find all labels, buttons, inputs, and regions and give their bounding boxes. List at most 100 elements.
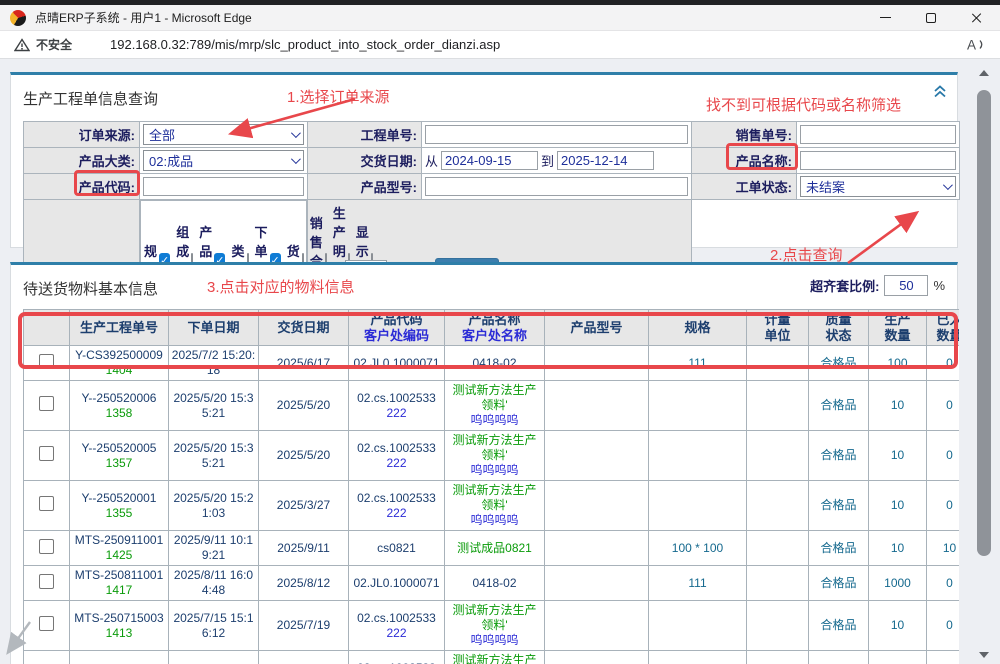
table-row[interactable]: Y--25052000513572025/5/20 15:35:212025/5… bbox=[24, 431, 960, 481]
cell-delivery-date: 2025/7/26 bbox=[259, 651, 349, 664]
ratio-input[interactable] bbox=[884, 275, 928, 296]
row-checkbox[interactable] bbox=[39, 539, 54, 554]
scroll-up-icon[interactable] bbox=[979, 70, 989, 76]
cell-order-date: 2025/7/15 15:16:12 bbox=[169, 601, 259, 651]
annotation-step3: 3.点击对应的物料信息 bbox=[207, 276, 355, 297]
table-row[interactable]: MTS-25091100114252025/9/11 10:19:212025/… bbox=[24, 531, 960, 566]
row-checkbox[interactable] bbox=[39, 446, 54, 461]
row-checkbox[interactable] bbox=[39, 616, 54, 631]
table-row[interactable]: MTS-25081100114172025/8/11 16:04:482025/… bbox=[24, 566, 960, 601]
scrollbar-thumb[interactable] bbox=[977, 90, 991, 556]
annotation-hint: 找不到可根据代码或名称筛选 bbox=[706, 94, 901, 115]
column-header: 计量单位 bbox=[747, 310, 809, 346]
table-row[interactable]: Y--25052000113552025/5/20 15:21:032025/3… bbox=[24, 481, 960, 531]
cell-order-no: Y--2505200011355 bbox=[70, 481, 169, 531]
cell-product-name: 0418-02 bbox=[445, 346, 545, 381]
column-header: 质量状态 bbox=[809, 310, 869, 346]
cell-product-model bbox=[545, 601, 649, 651]
cell-qty: 10 bbox=[869, 431, 927, 481]
table-row[interactable]: MTS-25071500314132025/7/15 15:16:122025/… bbox=[24, 601, 960, 651]
cell-quality: 合格品 bbox=[809, 651, 869, 664]
cell-received: 0 bbox=[927, 651, 960, 664]
checkbox-cell bbox=[24, 431, 70, 481]
security-label[interactable]: 不安全 bbox=[36, 36, 72, 53]
checkbox-cell bbox=[24, 566, 70, 601]
order-source-select[interactable]: 全部 bbox=[143, 124, 304, 145]
product-model-label: 产品型号: bbox=[308, 174, 422, 200]
order-status-select[interactable]: 未结案 bbox=[800, 176, 956, 197]
checkbox-cell bbox=[24, 346, 70, 381]
date-from-input[interactable] bbox=[441, 151, 538, 170]
table-row[interactable]: Y--25052000613582025/5/20 15:35:212025/5… bbox=[24, 381, 960, 431]
cell-delivery-date: 2025/7/19 bbox=[259, 601, 349, 651]
minimize-button[interactable] bbox=[862, 5, 908, 30]
cell-quality: 合格品 bbox=[809, 481, 869, 531]
row-checkbox[interactable] bbox=[39, 496, 54, 511]
cell-product-name: 测试新方法生产领料'呜呜呜呜 bbox=[445, 431, 545, 481]
cell-product-model bbox=[545, 566, 649, 601]
row-checkbox[interactable] bbox=[39, 574, 54, 589]
cell-product-model bbox=[545, 431, 649, 481]
table-row[interactable]: Y-CS39250000914042025/7/2 15:20:182025/6… bbox=[24, 346, 960, 381]
cell-product-name: 0418-02 bbox=[445, 566, 545, 601]
row-checkbox[interactable] bbox=[39, 396, 54, 411]
cell-spec: 111 bbox=[649, 346, 747, 381]
date-from-label: 从 bbox=[425, 151, 438, 170]
cell-spec bbox=[649, 651, 747, 664]
read-aloud-icon[interactable]: A bbox=[966, 37, 986, 52]
cell-delivery-date: 2025/9/11 bbox=[259, 531, 349, 566]
cell-product-name: 测试新方法生产领料'呜呜呜呜 bbox=[445, 481, 545, 531]
url-text[interactable]: 192.168.0.32:789/mis/mrp/slc_product_int… bbox=[110, 37, 500, 52]
cell-spec: 111 bbox=[649, 566, 747, 601]
scroll-down-icon[interactable] bbox=[979, 652, 989, 658]
sales-no-input[interactable] bbox=[800, 125, 956, 144]
close-button[interactable] bbox=[954, 5, 1000, 30]
app-favicon bbox=[10, 10, 26, 26]
address-bar[interactable]: 不安全 192.168.0.32:789/mis/mrp/slc_product… bbox=[0, 31, 1000, 59]
cell-unit bbox=[747, 651, 809, 664]
cell-order-date: 2025/7/2 15:20:18 bbox=[169, 346, 259, 381]
window-titlebar: 点晴ERP子系统 - 用户1 - Microsoft Edge bbox=[0, 5, 1000, 31]
cell-delivery-date: 2025/5/20 bbox=[259, 431, 349, 481]
date-to-label: 到 bbox=[541, 151, 554, 170]
project-no-input[interactable] bbox=[425, 125, 688, 144]
cell-delivery-date: 2025/5/20 bbox=[259, 381, 349, 431]
maximize-button[interactable] bbox=[908, 5, 954, 30]
column-header: 规格 bbox=[649, 310, 747, 346]
column-header: 产品型号 bbox=[545, 310, 649, 346]
column-header: 已入数量 bbox=[927, 310, 960, 346]
cell-received: 0 bbox=[927, 346, 960, 381]
ratio-label: 超齐套比例: bbox=[810, 276, 879, 295]
order-status-label: 工单状态: bbox=[692, 174, 797, 200]
cell-order-no: Y--2505200061358 bbox=[70, 381, 169, 431]
project-no-label: 工程单号: bbox=[308, 122, 422, 148]
checkbox-cell bbox=[24, 381, 70, 431]
close-icon bbox=[971, 12, 983, 24]
column-header: 生产数量 bbox=[869, 310, 927, 346]
product-code-input[interactable] bbox=[143, 177, 304, 196]
delivery-date-label: 交货日期: bbox=[308, 148, 422, 174]
category-select[interactable]: 02:成品 bbox=[143, 150, 304, 171]
cell-order-no: Y-CS3925000091404 bbox=[70, 346, 169, 381]
vertical-scrollbar[interactable] bbox=[976, 62, 992, 664]
cell-quality: 合格品 bbox=[809, 566, 869, 601]
cell-spec bbox=[649, 481, 747, 531]
product-code-label: 产品代码: bbox=[24, 174, 140, 200]
product-model-input[interactable] bbox=[425, 177, 688, 196]
cell-order-date: 2025/7/15 15:1 bbox=[169, 651, 259, 664]
row-checkbox[interactable] bbox=[39, 354, 54, 369]
cell-order-no: MTS-2508110011417 bbox=[70, 566, 169, 601]
checkbox-cell bbox=[24, 531, 70, 566]
window-title: 点晴ERP子系统 - 用户1 - Microsoft Edge bbox=[35, 9, 252, 26]
product-name-input[interactable] bbox=[800, 151, 956, 170]
cell-product-code: 02.cs.1002533222 bbox=[349, 481, 445, 531]
cell-product-model bbox=[545, 481, 649, 531]
svg-text:A: A bbox=[967, 38, 976, 53]
checkbox-cell bbox=[24, 651, 70, 664]
collapse-chevron-icon[interactable] bbox=[933, 85, 947, 103]
date-to-input[interactable] bbox=[557, 151, 654, 170]
cell-unit bbox=[747, 346, 809, 381]
cell-product-code: 02.cs.1002533222 bbox=[349, 601, 445, 651]
checkbox-cell bbox=[24, 481, 70, 531]
table-row[interactable]: MTS-2507150022025/7/15 15:12025/7/2602.c… bbox=[24, 651, 960, 664]
